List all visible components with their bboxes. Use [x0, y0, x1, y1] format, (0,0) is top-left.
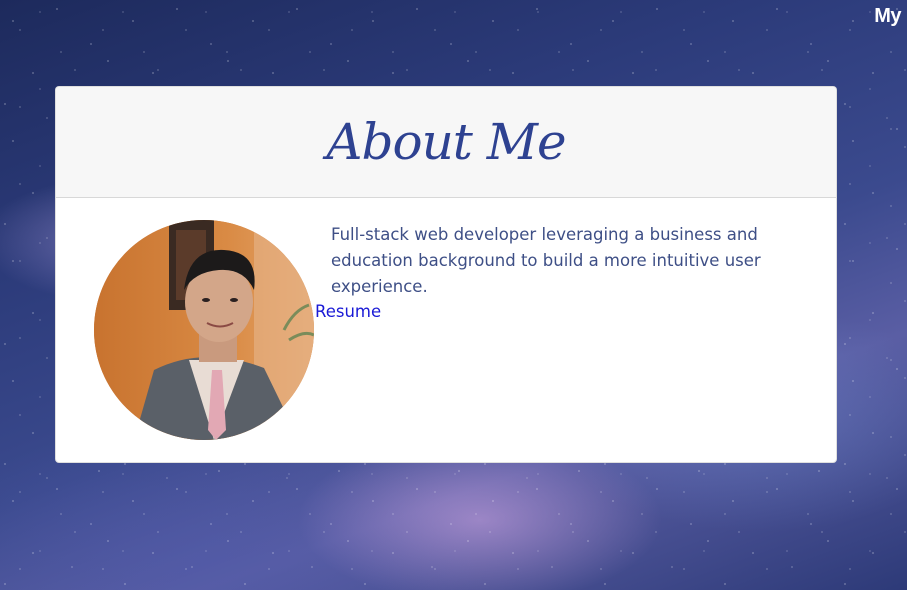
nav-brand[interactable]: My	[874, 5, 901, 28]
person-photo-icon	[94, 220, 314, 440]
about-card-body: Full-stack web developer leveraging a bu…	[56, 198, 836, 462]
profile-photo	[94, 220, 314, 440]
about-card: About Me Full-stack web developer levera…	[55, 86, 837, 463]
bio-text: Full-stack web developer leveraging a bu…	[331, 225, 761, 296]
resume-link[interactable]: Resume	[315, 302, 381, 321]
about-card-header: About Me	[56, 87, 836, 198]
about-title: About Me	[326, 113, 566, 171]
